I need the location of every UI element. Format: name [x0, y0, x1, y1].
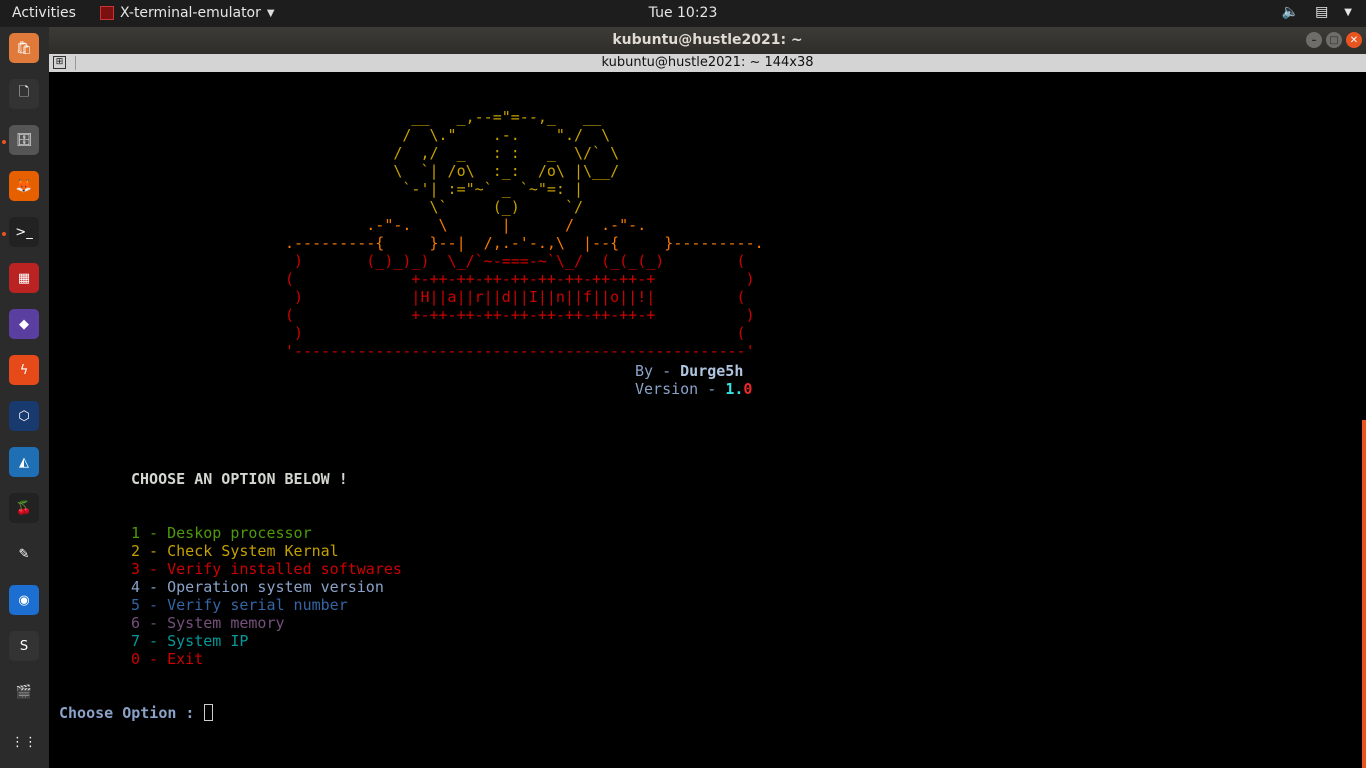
option-label: Check System Kernal	[167, 542, 339, 560]
option-label: System IP	[167, 632, 249, 650]
option-number: 0	[131, 650, 141, 668]
banner-line: .---------{ }--| /,.-'-.,\ |--{ }-------…	[285, 234, 764, 252]
file-cabinet-icon[interactable]: 🗄	[9, 125, 39, 155]
option-number: 7	[131, 632, 141, 650]
sublime-icon[interactable]: S	[9, 631, 39, 661]
option-label: Exit	[167, 650, 204, 668]
option-separator: -	[140, 614, 168, 632]
banner-line: \` (_) `/	[285, 198, 584, 216]
show-apps-icon[interactable]: ⋮⋮	[9, 727, 39, 757]
crystal-icon[interactable]: ◆	[9, 309, 39, 339]
cherry-icon[interactable]: 🍒	[9, 493, 39, 523]
dock: 🛍 🗋 🗄 🦊 >_ ▦ ◆ ϟ ⬡ ◭ 🍒 ✎ ◉ S 🎬 ⋮⋮	[0, 27, 49, 768]
caret-down-icon: ▼	[266, 7, 275, 19]
system-tray[interactable]: 🔈 ▤ ▼	[1282, 4, 1352, 20]
banner-line: ) (	[285, 324, 746, 342]
option-number: 2	[131, 542, 141, 560]
running-indicator	[2, 140, 6, 144]
maximize-button[interactable]: □	[1326, 32, 1342, 48]
banner-line: `-'| :="~` _ `~"=: |	[285, 180, 584, 198]
option-number: 4	[131, 578, 141, 596]
version-label: Version -	[635, 380, 726, 398]
terminal-app-icon	[100, 6, 114, 20]
app-menu[interactable]: X-terminal-emulator ▼	[100, 5, 275, 21]
lightning-icon[interactable]: ϟ	[9, 355, 39, 385]
banner-line: ) (_)_)_) \_/`~-===-~`\_/ (_(_(_) (	[285, 252, 746, 270]
option-label: System memory	[167, 614, 285, 632]
banner-line: / ,/ _ : : _ \/` \	[285, 144, 620, 162]
menu-option-5: 5 - Verify serial number	[131, 596, 348, 614]
volume-icon[interactable]: 🔈	[1282, 4, 1299, 20]
terminal-title: kubuntu@hustle2021: ~ 144x38	[601, 55, 814, 70]
option-number: 6	[131, 614, 141, 632]
scrollbar[interactable]	[1362, 420, 1366, 768]
banner-line: \ `| /o\ :_: /o\ |\__/	[285, 162, 620, 180]
option-separator: -	[140, 578, 168, 596]
chromium-icon[interactable]: ◉	[9, 585, 39, 615]
terminal-icon[interactable]: >_	[9, 217, 39, 247]
option-number: 1	[131, 524, 141, 542]
ubuntu-software-icon[interactable]: 🛍	[9, 33, 39, 63]
option-separator: -	[140, 596, 168, 614]
option-label: Verify installed softwares	[167, 560, 402, 578]
running-indicator	[2, 232, 6, 236]
menu-option-2: 2 - Check System Kernal	[131, 542, 339, 560]
option-number: 5	[131, 596, 141, 614]
window-titlebar[interactable]: kubuntu@hustle2021: ~ – □ ✕	[49, 27, 1366, 54]
video-editor-icon[interactable]: 🎬	[9, 677, 39, 707]
red-app-icon[interactable]: ▦	[9, 263, 39, 293]
version-line: Version - 1.0	[635, 380, 752, 398]
menu-option-7: 7 - System IP	[131, 632, 248, 650]
clock[interactable]: Tue 10:23	[649, 5, 718, 21]
option-separator: -	[140, 632, 168, 650]
option-separator: -	[140, 542, 168, 560]
text-cursor[interactable]	[203, 704, 213, 721]
wireshark-icon[interactable]: ◭	[9, 447, 39, 477]
version-major: 1.	[725, 380, 744, 398]
app-menu-label: X-terminal-emulator	[120, 5, 261, 21]
top-panel: Activities X-terminal-emulator ▼ Tue 10:…	[0, 0, 1366, 27]
minimize-button[interactable]: –	[1306, 32, 1322, 48]
banner-line: ( +-++-++-++-++-++-++-++-++-+ )	[285, 306, 755, 324]
ascii-banner: __ _,--="=--,_ __ / \." .-. "./ \ / ,/ _…	[285, 108, 764, 360]
banner-line: / \." .-. "./ \	[285, 126, 611, 144]
menu-option-3: 3 - Verify installed softwares	[131, 560, 402, 578]
window-title: kubuntu@hustle2021: ~	[612, 32, 803, 48]
prompt-line[interactable]: Choose Option :	[59, 704, 213, 722]
author-name: Durge5h	[680, 362, 744, 380]
battery-icon[interactable]: ▤	[1315, 4, 1328, 20]
menu-heading: CHOOSE AN OPTION BELOW !	[131, 470, 348, 488]
version-minor: 0	[743, 380, 753, 398]
banner-line: ) |H||a||r||d||I||n||f||o||!| (	[285, 288, 746, 306]
terminal-titlebar: ⊞ kubuntu@hustle2021: ~ 144x38	[49, 54, 1366, 72]
activities-button[interactable]: Activities	[12, 5, 76, 21]
banner-line: .-"-. \ | / .-"-.	[285, 216, 647, 234]
by-label: By -	[635, 362, 681, 380]
option-separator: -	[140, 650, 168, 668]
option-label: Verify serial number	[167, 596, 348, 614]
prompt-label: Choose Option :	[59, 704, 204, 722]
files-icon[interactable]: 🗋	[9, 79, 39, 109]
virtualbox-icon[interactable]: ⬡	[9, 401, 39, 431]
menu-option-1: 1 - Deskop processor	[131, 524, 312, 542]
author-line: By - Durge5h	[635, 362, 743, 380]
text-editor-icon[interactable]: ✎	[9, 539, 39, 569]
banner-line: ( +-++-++-++-++-++-++-++-++-+ )	[285, 270, 755, 288]
menu-option-4: 4 - Operation system version	[131, 578, 384, 596]
banner-line: __ _,--="=--,_ __	[285, 108, 602, 126]
menu-option-6: 6 - System memory	[131, 614, 285, 632]
option-label: Operation system version	[167, 578, 384, 596]
close-button[interactable]: ✕	[1346, 32, 1362, 48]
system-menu-caret-icon[interactable]: ▼	[1344, 4, 1352, 20]
banner-line: '---------------------------------------…	[285, 342, 755, 360]
terminal-area[interactable]: __ _,--="=--,_ __ / \." .-. "./ \ / ,/ _…	[49, 72, 1366, 768]
option-number: 3	[131, 560, 141, 578]
firefox-icon[interactable]: 🦊	[9, 171, 39, 201]
option-separator: -	[140, 524, 168, 542]
option-separator: -	[140, 560, 168, 578]
menu-option-0: 0 - Exit	[131, 650, 203, 668]
option-label: Deskop processor	[167, 524, 312, 542]
